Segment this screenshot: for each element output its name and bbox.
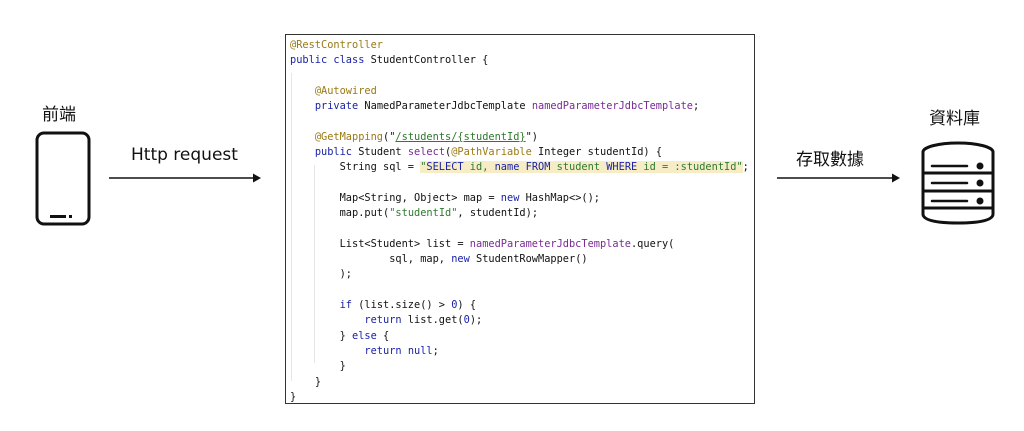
controller-code: @RestController public class StudentCont… xyxy=(290,38,749,405)
code-line: @GetMapping("/students/{studentId}") xyxy=(314,130,539,143)
code-line: @Autowired xyxy=(314,84,377,97)
code-line: if (list.size() > 0) { xyxy=(339,299,477,312)
phone-dot xyxy=(69,215,72,218)
code-line: } xyxy=(290,390,297,403)
code-line: public Student select(@PathVariable Inte… xyxy=(314,146,663,159)
frontend-label: 前端 xyxy=(42,105,76,125)
code-line: return null; xyxy=(364,344,439,357)
code-line: public class StudentController { xyxy=(290,54,489,67)
code-panel: @RestController public class StudentCont… xyxy=(285,34,755,404)
code-line: } xyxy=(314,375,322,388)
code-line: } else { xyxy=(339,329,390,342)
code-line: @RestController xyxy=(290,39,383,51)
http-request-label: Http request xyxy=(131,145,238,165)
phone-icon xyxy=(35,131,91,226)
code-line: } xyxy=(339,360,346,373)
code-line: return list.get(0); xyxy=(364,314,483,327)
http-request-arrow xyxy=(109,173,261,183)
code-line: private NamedParameterJdbcTemplate named… xyxy=(314,100,700,113)
db-access-arrow xyxy=(777,173,900,183)
code-line: String sql = "SELECT id, name FROM stude… xyxy=(339,161,749,174)
database-icon xyxy=(921,141,995,225)
phone-body xyxy=(35,131,91,226)
phone-home-bar xyxy=(50,215,66,218)
code-line: Map<String, Object> map = new HashMap<>(… xyxy=(339,191,600,204)
code-line: map.put("studentId", studentId); xyxy=(339,207,539,220)
code-line: List<Student> list = namedParameterJdbcT… xyxy=(339,237,675,250)
code-line: sql, map, new StudentRowMapper() xyxy=(389,253,588,266)
database-label: 資料庫 xyxy=(929,109,980,129)
db-access-label: 存取數據 xyxy=(796,150,864,170)
code-line: ); xyxy=(339,268,353,281)
